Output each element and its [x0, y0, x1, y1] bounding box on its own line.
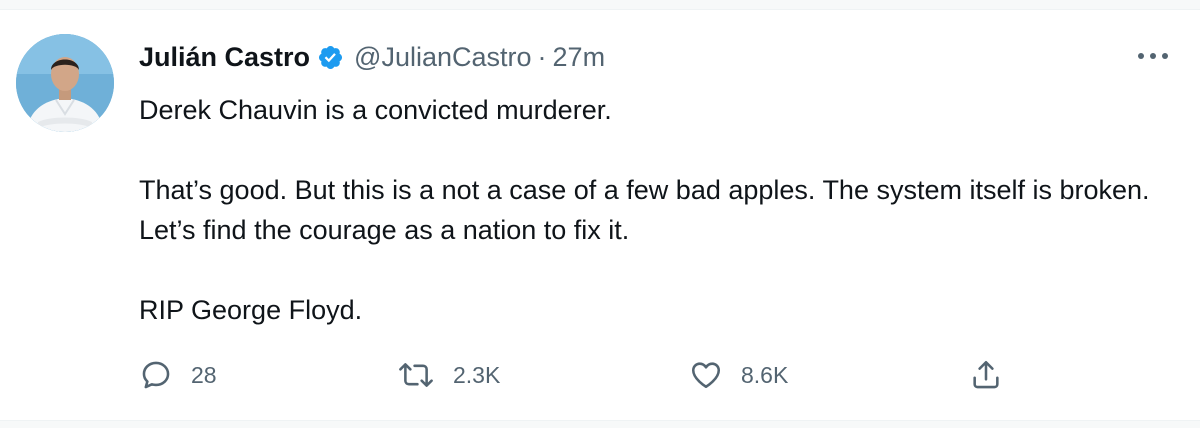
author-name[interactable]: Julián Castro — [139, 42, 310, 73]
tweet-header: Julián Castro @JulianCastro · 27m — [139, 40, 605, 74]
retweet-icon — [399, 363, 433, 387]
reply-icon — [142, 361, 170, 389]
separator-dot: · — [537, 41, 547, 72]
share-button[interactable] — [969, 355, 1003, 395]
verified-badge-icon — [317, 44, 344, 71]
tweet[interactable]: Julián Castro @JulianCastro · 27m Derek … — [0, 10, 1200, 420]
avatar-image — [16, 34, 114, 132]
like-count: 8.6K — [741, 361, 789, 388]
more-icon — [1138, 53, 1168, 59]
reply-count: 28 — [191, 361, 217, 388]
author-handle[interactable]: @JulianCastro — [354, 42, 531, 73]
action-bar: 28 2.3K 8.6K — [139, 355, 1019, 395]
tweet-paragraph: That’s good. But this is a not a case of… — [139, 175, 1150, 245]
timestamp[interactable]: 27m — [553, 42, 606, 73]
tweet-text: Derek Chauvin is a convicted murderer. T… — [139, 90, 1179, 330]
retweet-count: 2.3K — [453, 361, 501, 388]
retweet-button[interactable]: 2.3K — [397, 355, 500, 395]
top-divider — [0, 0, 1200, 10]
reply-button[interactable]: 28 — [139, 355, 217, 395]
like-button[interactable]: 8.6K — [689, 355, 788, 395]
avatar[interactable] — [16, 34, 114, 132]
heart-icon — [691, 362, 721, 389]
more-options-button[interactable] — [1133, 44, 1173, 68]
share-icon — [973, 360, 999, 389]
tweet-paragraph: Derek Chauvin is a convicted murderer. — [139, 95, 612, 125]
tweet-paragraph: RIP George Floyd. — [139, 295, 363, 325]
